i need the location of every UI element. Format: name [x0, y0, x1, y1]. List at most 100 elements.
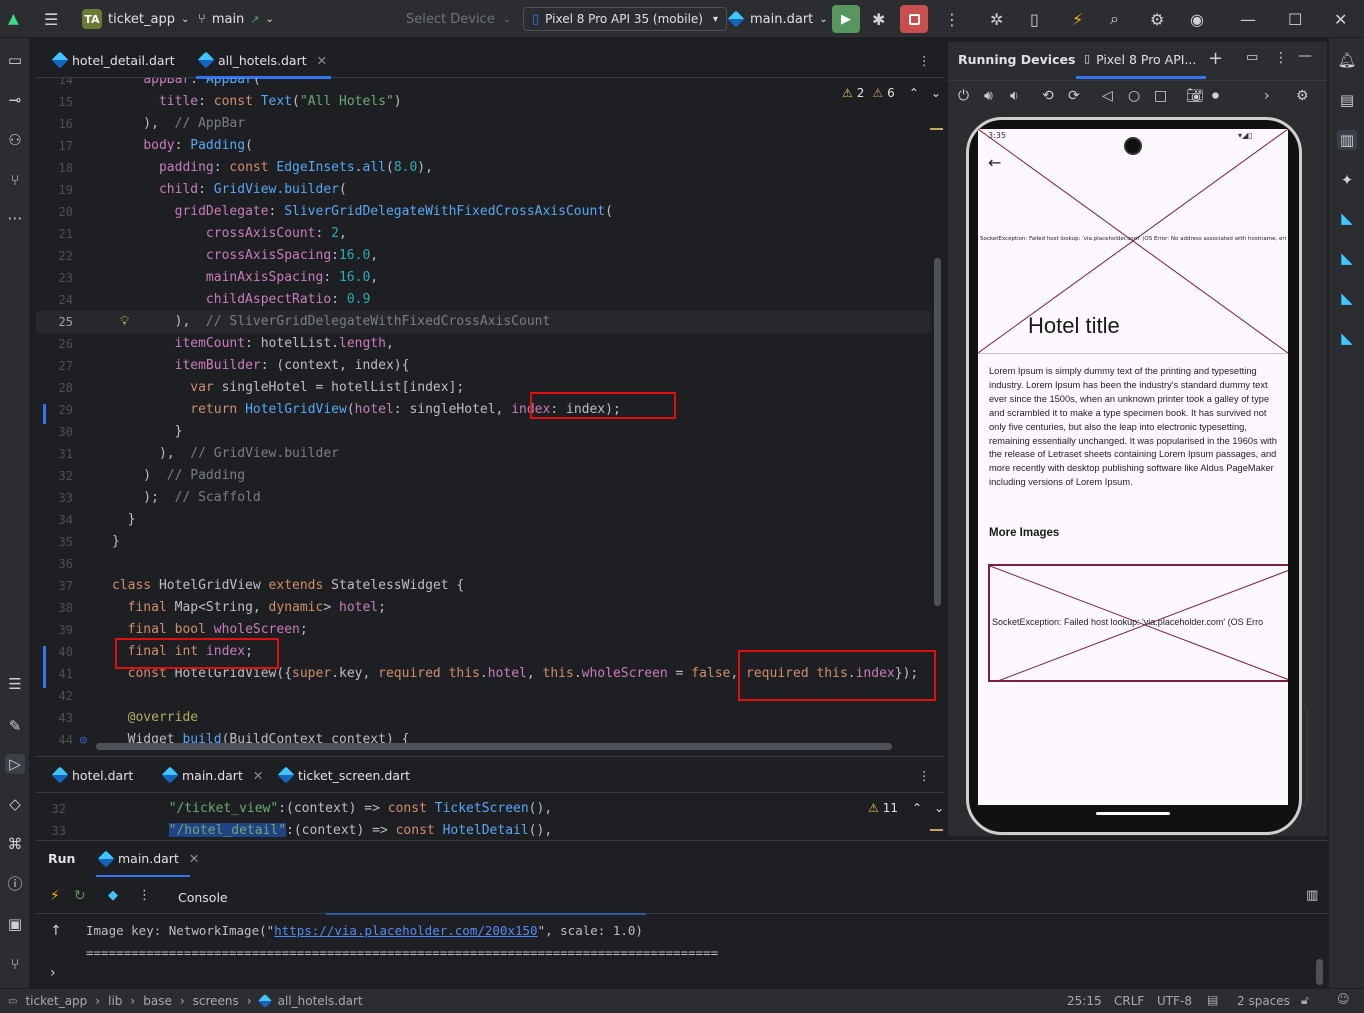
account-icon[interactable]: ◉: [1190, 0, 1204, 38]
scroll-up-icon[interactable]: ↑: [50, 923, 62, 939]
next-highlight-icon[interactable]: ⌄: [934, 801, 944, 815]
home-nav-icon[interactable]: ○: [1128, 88, 1140, 104]
volume-down-icon[interactable]: 🔉︎: [1010, 88, 1019, 104]
screen-record-icon[interactable]: ⏺: [1212, 88, 1219, 104]
logcat-icon[interactable]: ⌘: [5, 834, 25, 854]
flutter-devtools-icon[interactable]: ◣: [1337, 328, 1357, 348]
gemini-sparkle-icon[interactable]: ✦: [1337, 170, 1357, 190]
devtools-icon[interactable]: ◆: [108, 888, 118, 903]
hot-reload-icon[interactable]: ⚡: [50, 888, 60, 904]
overview-nav-icon[interactable]: □: [1154, 88, 1167, 104]
mirroring-settings-icon[interactable]: ⚙: [1296, 88, 1309, 104]
breadcrumb-item[interactable]: all_hotels.dart: [278, 994, 363, 1008]
run-options-icon[interactable]: ⋮: [138, 888, 151, 903]
line-separator[interactable]: CRLF: [1114, 994, 1144, 1008]
close-tab-icon[interactable]: ✕: [317, 53, 327, 68]
back-nav-icon[interactable]: ◁: [1102, 88, 1113, 104]
pull-requests-icon[interactable]: ⑂: [5, 170, 25, 190]
maximize-window-icon[interactable]: ☐: [1288, 0, 1302, 38]
select-device-dropdown[interactable]: Select Device ⌄: [406, 0, 511, 38]
tab-hotel[interactable]: hotel.dart: [51, 757, 133, 793]
structure-icon[interactable]: ⚇: [5, 130, 25, 150]
back-arrow-icon[interactable]: ←: [988, 153, 1001, 172]
run-tool-icon[interactable]: ▷: [5, 754, 25, 774]
chevron-down-icon: ▾: [712, 13, 719, 25]
device-tab[interactable]: ▯ Pixel 8 Pro API...: [1084, 52, 1196, 67]
home-gesture-bar[interactable]: [1096, 812, 1170, 815]
commit-icon[interactable]: ⊸: [5, 90, 25, 110]
tab-main[interactable]: main.dart ✕: [161, 757, 263, 793]
next-highlight-icon[interactable]: ⌄: [931, 86, 941, 100]
more-toolbar-icon[interactable]: ›: [1264, 88, 1270, 104]
add-device-icon[interactable]: +: [1208, 48, 1223, 69]
volume-up-icon[interactable]: 🔊︎: [984, 88, 993, 104]
close-tab-icon[interactable]: ✕: [253, 768, 263, 783]
more-actions-icon[interactable]: ⋮: [944, 0, 960, 38]
notifications-bell-icon[interactable]: 🔔︎: [1337, 50, 1357, 70]
close-run-tab-icon[interactable]: ✕: [189, 851, 199, 866]
indent-setting[interactable]: 2 spaces: [1237, 994, 1290, 1008]
terminal-icon[interactable]: ▣: [5, 914, 25, 934]
hot-reload-icon[interactable]: ⚡: [1072, 0, 1083, 38]
code-line: 35}: [58, 534, 120, 549]
run-button[interactable]: ▶: [832, 0, 860, 38]
close-window-icon[interactable]: ✕: [1334, 0, 1347, 38]
caret-position[interactable]: 25:15: [1067, 994, 1102, 1008]
override-gutter-icon[interactable]: ◎: [80, 729, 87, 751]
project-folder-icon[interactable]: ▭: [5, 50, 25, 70]
memory-indicator-icon[interactable]: ☺: [1337, 992, 1350, 1006]
search-icon[interactable]: ⌕: [1110, 0, 1119, 38]
tab-hotel-detail[interactable]: hotel_detail.dart: [51, 42, 175, 78]
running-devices-icon[interactable]: ▥: [1337, 130, 1357, 150]
console-tab[interactable]: Console: [178, 890, 228, 905]
console-scrollbar[interactable]: [1316, 959, 1323, 985]
todo-icon[interactable]: ☰: [5, 674, 25, 694]
panel-options-icon[interactable]: ⋮: [1274, 50, 1288, 66]
breadcrumb-item[interactable]: ticket_app: [25, 994, 87, 1008]
flutter-performance-icon[interactable]: ◣: [1337, 248, 1357, 268]
expand-icon[interactable]: ›: [50, 965, 56, 981]
attach-debugger-icon[interactable]: ✲: [990, 0, 1003, 38]
vertical-scrollbar[interactable]: [934, 258, 941, 606]
tab-all-hotels[interactable]: all_hotels.dart ✕: [196, 42, 332, 79]
horizontal-scrollbar[interactable]: [96, 743, 892, 750]
project-selector[interactable]: TA ticket_app ⌄: [82, 0, 189, 38]
settings-gear-icon[interactable]: ⚙: [1150, 0, 1164, 38]
phone-screen[interactable]: 3:35 ▾◢▯ SocketException: Failed host lo…: [978, 129, 1288, 805]
version-control-icon[interactable]: ⑂: [5, 954, 25, 974]
device-dropdown[interactable]: ▯ Pixel 8 Pro API 35 (mobile) ▾: [523, 0, 728, 38]
readonly-toggle-icon[interactable]: ▤: [1207, 993, 1218, 1007]
minimize-window-icon[interactable]: —: [1240, 0, 1256, 38]
window-layout-icon[interactable]: ▭: [1246, 50, 1258, 65]
gem-icon[interactable]: ◇: [5, 794, 25, 814]
tab-options-icon[interactable]: ⋮: [918, 42, 931, 78]
screenshot-camera-icon[interactable]: 📷︎: [1186, 88, 1204, 104]
app-quality-icon[interactable]: ✎: [5, 716, 25, 736]
flutter-inspector-icon[interactable]: ◣: [1337, 208, 1357, 228]
breadcrumb-item[interactable]: base: [143, 994, 172, 1008]
stop-button[interactable]: [900, 0, 928, 38]
power-icon[interactable]: ⏻: [958, 88, 969, 104]
main-menu-icon[interactable]: ☰: [44, 0, 58, 38]
flutter-outline-icon[interactable]: ◣: [1337, 288, 1357, 308]
run-tab[interactable]: main.dart ✕: [97, 850, 199, 867]
layout-toggle-icon[interactable]: ▥: [1306, 888, 1318, 903]
tab-options-icon[interactable]: ⋮: [918, 757, 931, 793]
tab-ticket-screen[interactable]: ticket_screen.dart: [277, 757, 410, 793]
rotate-left-icon[interactable]: ⟲: [1042, 88, 1054, 104]
device-manager-icon[interactable]: ▯: [1030, 0, 1039, 38]
breadcrumb-item[interactable]: lib: [108, 994, 122, 1008]
hot-restart-icon[interactable]: ↻: [74, 888, 86, 904]
device-file-icon[interactable]: ▤: [1337, 90, 1357, 110]
more-tools-icon[interactable]: ⋯: [5, 208, 25, 228]
problems-icon[interactable]: ⓘ: [5, 874, 25, 894]
breadcrumb-item[interactable]: screens: [193, 994, 239, 1008]
file-encoding[interactable]: UTF-8: [1157, 994, 1192, 1008]
run-config-dropdown[interactable]: main.dart ⌄: [727, 0, 828, 38]
debug-button[interactable]: ✱: [872, 0, 885, 38]
branch-selector[interactable]: ⑂ main ↗ ⌄: [198, 0, 274, 38]
lock-icon[interactable]: 🔓︎: [1301, 993, 1309, 1008]
rotate-right-icon[interactable]: ⟳: [1068, 88, 1080, 104]
hide-panel-icon[interactable]: —: [1298, 48, 1312, 64]
log-url-link[interactable]: https://via.placeholder.com/200x150: [274, 923, 537, 938]
